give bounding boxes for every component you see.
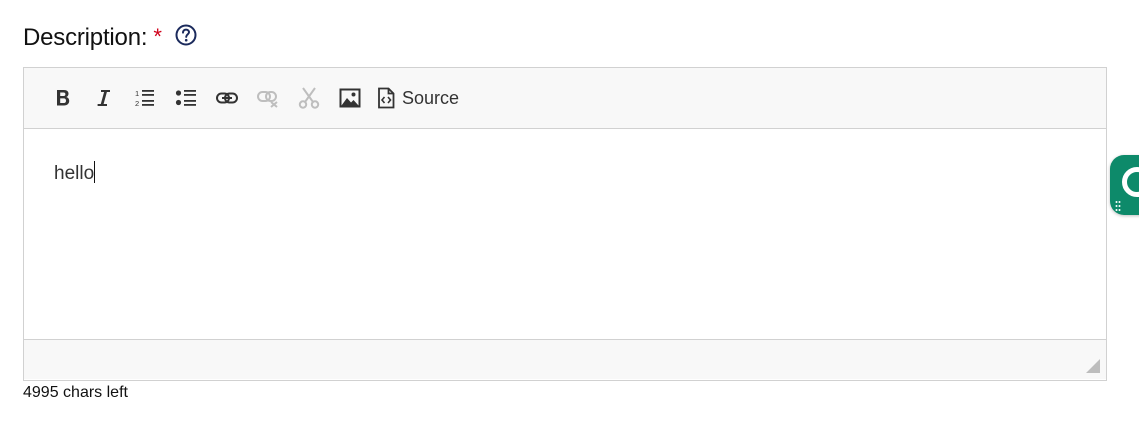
editor-status-bar [24,339,1106,379]
drag-handle-icon[interactable] [1115,200,1121,212]
bulleted-list-icon [175,90,196,106]
field-label-row: Description: * [23,22,197,54]
bold-button[interactable] [45,81,81,115]
question-circle-icon[interactable] [175,24,197,46]
source-label: Source [402,87,460,108]
unlink-button[interactable] [250,81,286,115]
editor-content-area[interactable]: hello [24,129,1106,339]
source-code-icon [378,87,395,109]
page: Description: * 1 2 Source hello 4995 cha… [0,0,1139,421]
svg-text:1: 1 [135,89,139,98]
rich-text-editor: 1 2 Source hello [23,67,1107,381]
svg-text:2: 2 [135,99,139,108]
numbered-list-button[interactable]: 1 2 [127,81,163,115]
italic-icon [97,90,110,106]
editor-text: hello [54,163,95,184]
widget-ring [1122,167,1139,197]
assistant-widget-icon[interactable] [1110,155,1139,215]
unlink-icon [257,91,278,108]
source-button[interactable]: Source [373,81,463,115]
numbered-list-icon: 1 2 [135,89,154,108]
bold-icon [57,90,70,106]
chars-left-counter: 4995 chars left [23,384,128,401]
bulleted-list-button[interactable] [168,81,204,115]
description-label: Description: [23,24,148,51]
required-marker: * [153,24,162,49]
text-caret [94,161,96,183]
link-icon [216,92,238,104]
resize-grip-icon[interactable] [1086,359,1100,373]
editor-toolbar: 1 2 Source [24,68,1106,129]
italic-button[interactable] [86,81,122,115]
cut-button[interactable] [291,81,327,115]
link-button[interactable] [209,81,245,115]
cut-icon [298,87,320,109]
image-icon [339,88,361,108]
image-button[interactable] [332,81,368,115]
